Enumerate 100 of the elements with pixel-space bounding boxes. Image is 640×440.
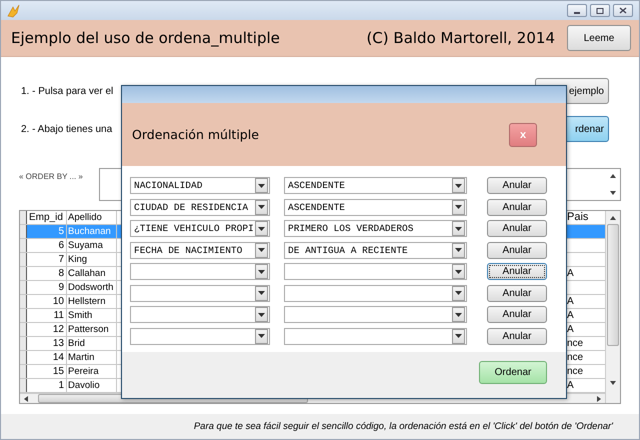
app-icon <box>7 4 21 18</box>
table-cell-text: nce <box>566 365 584 378</box>
table-cell: Suyama <box>67 239 117 252</box>
cancel-button[interactable]: Anular <box>487 177 547 194</box>
maximize-icon <box>596 8 604 14</box>
vertical-scrollbar[interactable] <box>605 211 620 403</box>
row-header[interactable] <box>20 379 27 392</box>
table-cell: Hellstern <box>67 295 117 308</box>
scroll-up-icon[interactable] <box>610 174 616 178</box>
table-cell-text: nce <box>566 337 584 350</box>
table-cell: Dodsworth <box>67 281 117 294</box>
order-by-label: « ORDER BY ... » <box>19 171 84 183</box>
row-header[interactable] <box>20 225 27 238</box>
order-dropdown[interactable] <box>284 263 467 280</box>
table-cell: Martin <box>67 351 117 364</box>
dropdown-arrow-icon <box>258 312 265 317</box>
order-dropdown[interactable] <box>284 306 467 324</box>
dropdown-arrow-icon <box>258 334 265 338</box>
field-dropdown[interactable]: NACIONALIDAD <box>130 177 270 194</box>
cancel-button[interactable]: Anular <box>487 306 547 324</box>
field-dropdown[interactable] <box>130 328 270 345</box>
order-dropdown[interactable]: ASCENDENTE <box>284 177 467 194</box>
scroll-down-icon[interactable] <box>610 381 616 385</box>
dropdown-arrow-icon <box>455 270 462 274</box>
dropdown-arrow-icon <box>455 184 462 188</box>
table-cell-text: A <box>566 295 575 308</box>
scrollbar-thumb[interactable] <box>607 224 619 346</box>
cancel-button[interactable]: Anular <box>487 284 547 302</box>
field-dropdown[interactable]: FECHA DE NACIMIENTO <box>130 242 270 259</box>
app-title: Ejemplo del uso de ordena_multiple <box>11 29 281 47</box>
row-header[interactable] <box>20 211 27 224</box>
dropdown-arrow-icon <box>455 312 462 317</box>
row-header[interactable] <box>20 239 27 252</box>
column-header[interactable]: Apellido <box>67 211 117 224</box>
table-cell: 13 <box>27 337 67 350</box>
field-dropdown[interactable]: ¿TIENE VEHICULO PROPI <box>130 220 270 238</box>
table-cell: Buchanan <box>67 225 117 238</box>
row-header[interactable] <box>20 295 27 308</box>
row-header[interactable] <box>20 267 27 280</box>
dropdown-arrow-icon <box>258 226 265 231</box>
order-dropdown[interactable] <box>284 328 467 345</box>
row-header[interactable] <box>20 365 27 378</box>
scroll-left-icon[interactable] <box>24 396 28 402</box>
table-cell: 12 <box>27 323 67 336</box>
minimize-button[interactable] <box>567 4 587 17</box>
order-dropdown[interactable]: PRIMERO LOS VERDADEROS <box>284 220 467 238</box>
table-cell-text: A <box>566 323 575 336</box>
table-cell: Davolio <box>67 379 117 392</box>
table-cell: 9 <box>27 281 67 294</box>
row-header[interactable] <box>20 323 27 336</box>
table-cell-text: nce <box>566 351 584 364</box>
scroll-down-icon[interactable] <box>610 191 616 195</box>
dropdown-arrow-icon <box>258 291 265 296</box>
table-cell: Pereira <box>67 365 117 378</box>
dropdown-arrow-icon <box>258 205 265 210</box>
close-button[interactable] <box>613 4 633 17</box>
sort-button[interactable]: Ordenar <box>479 361 547 384</box>
row-header[interactable] <box>20 337 27 350</box>
step-text: 2. - Abajo tienes una <box>21 124 112 134</box>
field-dropdown[interactable]: CIUDAD DE RESIDENCIA <box>130 198 270 216</box>
table-cell: 6 <box>27 239 67 252</box>
table-cell: 1 <box>27 379 67 392</box>
table-cell-text: A <box>566 267 575 280</box>
cancel-button[interactable]: Anular <box>487 242 547 259</box>
footer-note: Para que te sea fácil seguir el sencillo código, la ordenación está en el 'Click' del botón de 'Ordenar' <box>194 421 613 432</box>
row-header[interactable] <box>20 281 27 294</box>
column-header[interactable]: Emp_id <box>27 211 67 224</box>
field-dropdown[interactable] <box>130 263 270 280</box>
row-header[interactable] <box>20 309 27 322</box>
table-cell: Brid <box>67 337 117 350</box>
table-cell: 14 <box>27 351 67 364</box>
table-cell: King <box>67 253 117 266</box>
table-cell: Smith <box>67 309 117 322</box>
field-dropdown[interactable] <box>130 306 270 324</box>
close-icon <box>619 7 627 14</box>
row-header[interactable] <box>20 253 27 266</box>
table-cell: 15 <box>27 365 67 378</box>
dialog-title: Ordenación múltiple <box>132 127 259 142</box>
row-header[interactable] <box>20 351 27 364</box>
scroll-right-icon[interactable] <box>597 396 601 402</box>
readme-button[interactable]: Leeme <box>567 25 631 51</box>
table-cell: 5 <box>27 225 67 238</box>
cancel-button[interactable]: Anular <box>487 198 547 216</box>
copyright-text: (C) Baldo Martorell, 2014 <box>366 29 555 47</box>
order-dropdown[interactable] <box>284 284 467 302</box>
dropdown-arrow-icon <box>258 248 265 252</box>
cancel-button[interactable]: Anular <box>487 220 547 238</box>
step-text: 1. - Pulsa para ver el <box>21 86 114 96</box>
order-dropdown[interactable]: DE ANTIGUA A RECIENTE <box>284 242 467 259</box>
scroll-up-icon[interactable] <box>610 216 616 220</box>
table-cell: 10 <box>27 295 67 308</box>
maximize-button[interactable] <box>590 4 610 17</box>
field-dropdown[interactable] <box>130 284 270 302</box>
table-cell: Callahan <box>67 267 117 280</box>
order-dropdown[interactable]: ASCENDENTE <box>284 198 467 216</box>
table-cell-text: A <box>566 379 575 392</box>
cancel-button[interactable]: Anular <box>487 263 547 280</box>
table-cell-text: A <box>566 309 575 322</box>
column-header[interactable]: Pais <box>565 211 605 224</box>
cancel-button[interactable]: Anular <box>487 328 547 345</box>
